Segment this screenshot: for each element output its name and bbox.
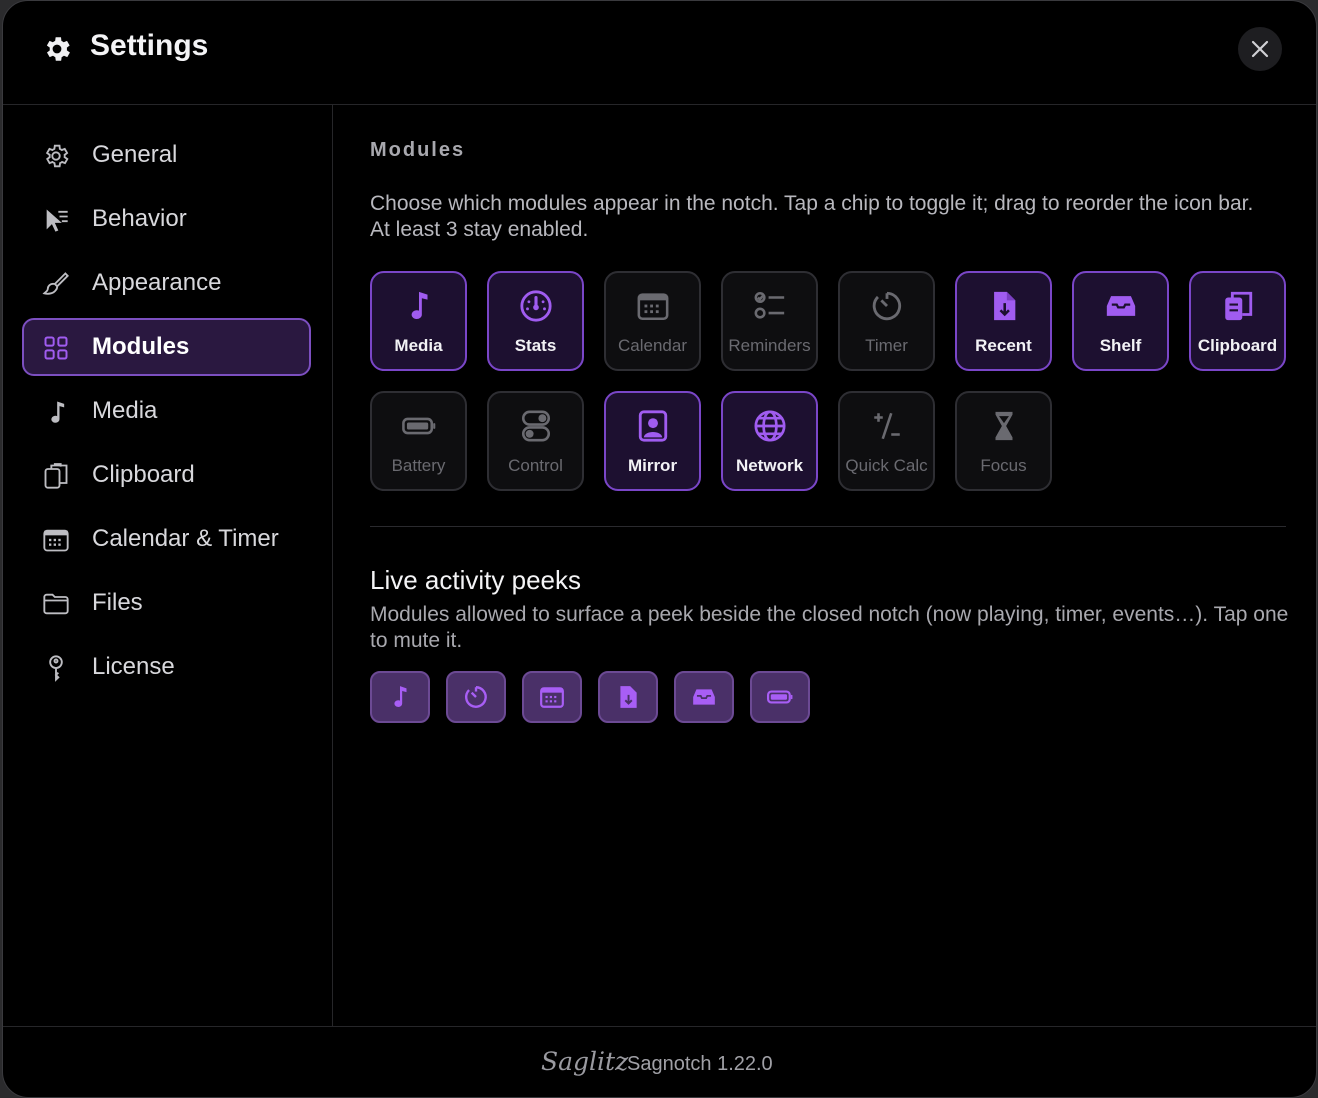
hourglass-icon bbox=[995, 411, 1013, 441]
peek-toggle-battery[interactable] bbox=[750, 671, 810, 723]
sidebar-item-label: Files bbox=[92, 589, 143, 616]
clipboard-icon bbox=[1225, 291, 1253, 321]
toggles-icon bbox=[521, 410, 551, 442]
chip-label: Network bbox=[735, 456, 804, 475]
brush-icon bbox=[42, 272, 69, 295]
chip-label: Battery bbox=[391, 456, 446, 475]
module-chip-reminders[interactable]: Reminders bbox=[721, 271, 818, 371]
gear-outline-icon bbox=[45, 144, 69, 168]
module-chip-timer[interactable]: Timer bbox=[838, 271, 935, 371]
sidebar-item-label: General bbox=[92, 141, 178, 168]
chip-label: Stats bbox=[514, 336, 557, 355]
calendar-icon bbox=[637, 293, 669, 321]
sidebar-item-label: Behavior bbox=[92, 205, 187, 232]
chip-label: Clipboard bbox=[1197, 336, 1278, 355]
sidebar-item-appearance[interactable]: Appearance bbox=[22, 254, 311, 312]
close-icon bbox=[1251, 40, 1269, 58]
timer-icon bbox=[872, 291, 902, 321]
globe-icon bbox=[754, 410, 786, 442]
peek-toggle-media[interactable] bbox=[370, 671, 430, 723]
checklist-icon bbox=[754, 291, 785, 319]
chip-label: Reminders bbox=[728, 336, 811, 355]
peek-toggle-calendar[interactable] bbox=[522, 671, 582, 723]
sidebar-item-media[interactable]: Media bbox=[22, 382, 311, 440]
gear-icon bbox=[46, 37, 70, 61]
music-note-icon bbox=[51, 401, 65, 423]
plus-minus-icon bbox=[874, 412, 900, 440]
sidebar-item-label: Calendar & Timer bbox=[92, 525, 279, 552]
module-chip-mirror[interactable]: Mirror bbox=[604, 391, 701, 491]
module-chip-recent[interactable]: Recent bbox=[955, 271, 1052, 371]
sidebar-item-general[interactable]: General bbox=[22, 126, 311, 184]
modules-panel: Modules Choose which modules appear in t… bbox=[334, 105, 1316, 1026]
chip-label: Calendar bbox=[618, 336, 687, 355]
person-square-icon bbox=[638, 410, 668, 442]
window-title: Settings bbox=[90, 29, 209, 62]
battery-icon bbox=[402, 417, 436, 435]
chip-label: Timer bbox=[865, 336, 908, 355]
module-chip-clipboard[interactable]: Clipboard bbox=[1189, 271, 1286, 371]
gauge-icon bbox=[520, 290, 552, 322]
title-bar: Settings bbox=[3, 1, 1316, 105]
sidebar-item-label: Appearance bbox=[92, 269, 222, 296]
tray-icon bbox=[693, 689, 715, 705]
chip-label: Shelf bbox=[1099, 336, 1142, 355]
close-button[interactable] bbox=[1238, 27, 1282, 71]
chip-label: Media bbox=[394, 336, 443, 355]
doc-download-icon bbox=[994, 291, 1016, 321]
folder-icon bbox=[43, 593, 69, 615]
peeks-description: Modules allowed to surface a peek beside… bbox=[370, 603, 1289, 652]
module-chip-quick-calc[interactable]: Quick Calc bbox=[838, 391, 935, 491]
chip-label: Control bbox=[508, 456, 563, 475]
doc-download-icon bbox=[620, 686, 637, 708]
key-icon bbox=[49, 655, 63, 682]
music-note-icon bbox=[411, 291, 428, 320]
sidebar-item-behavior[interactable]: Behavior bbox=[22, 190, 311, 248]
battery-icon bbox=[767, 690, 793, 704]
chip-label: Quick Calc bbox=[845, 456, 928, 475]
module-chip-network[interactable]: Network bbox=[721, 391, 818, 491]
calendar-icon bbox=[43, 529, 69, 552]
peek-toggle-recent[interactable] bbox=[598, 671, 658, 723]
brand-logo: Saglitz bbox=[541, 1047, 629, 1076]
section-divider bbox=[370, 526, 1286, 527]
music-note-icon bbox=[394, 686, 407, 707]
cursor-icon bbox=[46, 209, 68, 232]
chip-label: Recent bbox=[975, 336, 1032, 355]
module-chip-calendar[interactable]: Calendar bbox=[604, 271, 701, 371]
sidebar-item-label: Clipboard bbox=[92, 461, 195, 488]
sidebar-item-files[interactable]: Files bbox=[22, 574, 311, 632]
peek-toggle-shelf[interactable] bbox=[674, 671, 734, 723]
peeks-heading: Live activity peeks bbox=[370, 565, 581, 595]
sidebar-item-label: Media bbox=[92, 397, 158, 424]
chip-label: Focus bbox=[980, 456, 1027, 475]
sidebar-item-label: License bbox=[92, 653, 175, 680]
sidebar-item-calendar-timer[interactable]: Calendar & Timer bbox=[22, 510, 311, 568]
sidebar: General Behavior Appearance Modules Medi… bbox=[3, 105, 333, 1026]
timer-icon bbox=[464, 686, 487, 708]
sidebar-item-license[interactable]: License bbox=[22, 638, 311, 696]
sidebar-item-modules[interactable]: Modules bbox=[22, 318, 311, 376]
chip-label: Mirror bbox=[627, 456, 678, 475]
grid-icon bbox=[44, 336, 68, 360]
module-chip-media[interactable]: Media bbox=[370, 271, 467, 371]
sidebar-item-label: Modules bbox=[92, 333, 190, 360]
settings-window: Settings General Behavior Appearance Mod… bbox=[2, 0, 1317, 1098]
sidebar-item-clipboard[interactable]: Clipboard bbox=[22, 446, 311, 504]
calendar-icon bbox=[540, 687, 564, 708]
module-chip-battery[interactable]: Battery bbox=[370, 391, 467, 491]
peek-toggle-timer[interactable] bbox=[446, 671, 506, 723]
modules-description: Choose which modules appear in the notch… bbox=[370, 192, 1254, 241]
module-chip-shelf[interactable]: Shelf bbox=[1072, 271, 1169, 371]
module-chip-focus[interactable]: Focus bbox=[955, 391, 1052, 491]
section-heading: Modules bbox=[370, 139, 466, 161]
footer: Saglitz Sagnotch 1.22.0 bbox=[3, 1026, 1316, 1097]
module-chip-stats[interactable]: Stats bbox=[487, 271, 584, 371]
clipboard-icon bbox=[44, 463, 68, 489]
module-chip-control[interactable]: Control bbox=[487, 391, 584, 491]
tray-icon bbox=[1106, 296, 1136, 316]
version-label: Sagnotch 1.22.0 bbox=[627, 1053, 773, 1075]
